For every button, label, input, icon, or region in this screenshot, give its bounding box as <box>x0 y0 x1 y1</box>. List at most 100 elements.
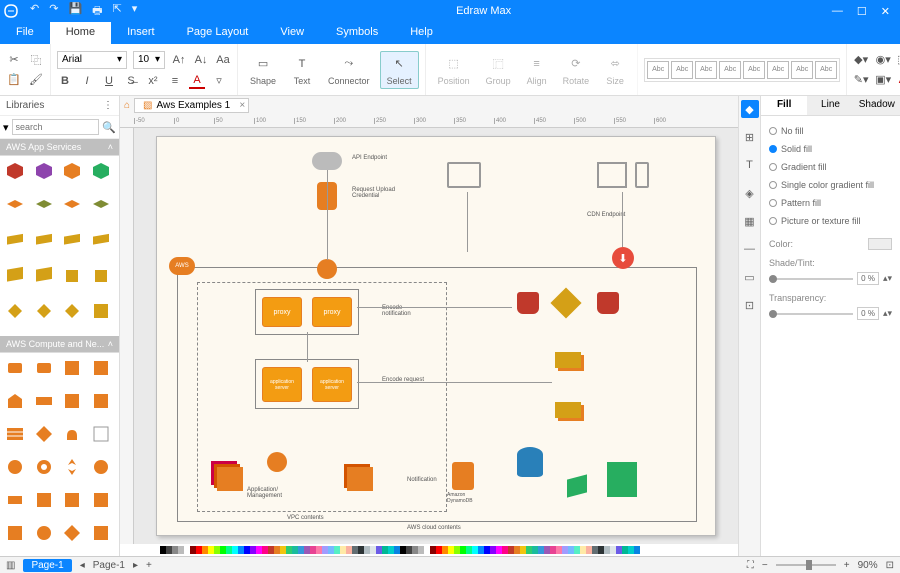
page-tab[interactable]: Page-1 <box>23 559 71 572</box>
stack-icon-2[interactable] <box>555 402 581 418</box>
text-button[interactable]: TText <box>286 52 318 88</box>
connector-tool-icon[interactable]: — <box>741 240 759 258</box>
next-page-icon[interactable]: ▸ <box>133 560 138 571</box>
style-swatch[interactable]: Abc <box>671 61 693 79</box>
qat-more-icon[interactable]: ▾ <box>132 2 138 21</box>
shape-item[interactable] <box>61 300 83 322</box>
font-size-select[interactable]: 10▾ <box>133 51 165 69</box>
theme-icon[interactable]: ◉▾ <box>875 52 891 68</box>
cut-icon[interactable]: ✂ <box>6 52 22 68</box>
italic-icon[interactable]: I <box>79 73 95 89</box>
add-page-icon[interactable]: + <box>146 560 152 571</box>
undo-icon[interactable]: ↶ <box>30 2 39 21</box>
superscript-icon[interactable]: x² <box>145 73 161 89</box>
tab-help[interactable]: Help <box>394 22 449 44</box>
bucket-icon[interactable] <box>517 292 539 314</box>
align-button[interactable]: ≡Align <box>521 52 553 88</box>
opt-gradient-fill[interactable]: Gradient fill <box>769 158 892 176</box>
shape-item[interactable] <box>33 390 55 412</box>
shape-item[interactable] <box>90 265 112 287</box>
shape-item[interactable] <box>33 456 55 478</box>
style-swatch[interactable]: Abc <box>767 61 789 79</box>
tab-file[interactable]: File <box>0 22 50 44</box>
style-swatch[interactable]: Abc <box>743 61 765 79</box>
close-tab-icon[interactable]: × <box>239 100 245 111</box>
shape-item[interactable] <box>90 357 112 379</box>
shape-item[interactable] <box>61 357 83 379</box>
shape-item[interactable] <box>33 357 55 379</box>
shape-item[interactable] <box>33 300 55 322</box>
shape-item[interactable] <box>4 489 26 511</box>
text-tool-icon[interactable]: T <box>741 156 759 174</box>
zoom-slider[interactable] <box>776 564 836 566</box>
download-icon[interactable]: ⬇ <box>612 247 634 269</box>
documents-icon-2[interactable] <box>347 467 373 491</box>
stack-icon[interactable] <box>555 352 581 368</box>
page-tool-icon[interactable]: ▭ <box>741 268 759 286</box>
color-swatch[interactable] <box>868 238 892 250</box>
rotate-button[interactable]: ⟳Rotate <box>557 52 596 88</box>
tab-page-layout[interactable]: Page Layout <box>171 22 265 44</box>
document-tab[interactable]: ▧ Aws Examples 1 × <box>134 98 249 113</box>
fill-tool-icon[interactable]: ◆ <box>741 100 759 118</box>
style-swatch[interactable]: Abc <box>719 61 741 79</box>
tab-view[interactable]: View <box>264 22 320 44</box>
tab-fill[interactable]: Fill <box>761 96 807 115</box>
search-input[interactable] <box>12 119 100 135</box>
canvas[interactable]: AWS cloud contents AWS VPC contents API … <box>134 128 738 544</box>
shape-item[interactable] <box>61 390 83 412</box>
ruler-tool-icon[interactable]: ⊡ <box>741 296 759 314</box>
export-icon[interactable]: ⇱ <box>113 2 122 21</box>
grid-tool-icon[interactable]: ⊞ <box>741 128 759 146</box>
shape-item[interactable] <box>61 423 83 445</box>
monitor-icon[interactable] <box>447 162 481 188</box>
shape-item[interactable] <box>61 456 83 478</box>
shade-value[interactable]: 0 % <box>857 272 879 285</box>
font-name-select[interactable]: Arial▾ <box>57 51 127 69</box>
tab-shadow[interactable]: Shadow <box>854 96 900 115</box>
pages-icon[interactable]: ▥ <box>6 560 15 571</box>
connector-button[interactable]: ⤳Connector <box>322 52 376 88</box>
server-icon[interactable] <box>597 162 627 188</box>
fullscreen-icon[interactable]: ⛶ <box>747 560 754 571</box>
shape-item[interactable] <box>90 522 112 544</box>
shape-item[interactable] <box>4 522 26 544</box>
shape-item[interactable] <box>4 456 26 478</box>
group-button[interactable]: ⿸Group <box>480 52 517 88</box>
tab-symbols[interactable]: Symbols <box>320 22 394 44</box>
grow-font-icon[interactable]: A↑ <box>171 52 187 68</box>
position-button[interactable]: ⬚Position <box>432 52 476 88</box>
shape-item[interactable] <box>33 265 55 287</box>
shape-item[interactable] <box>4 265 26 287</box>
shape-item[interactable] <box>90 489 112 511</box>
home-tab-icon[interactable]: ⌂ <box>120 100 134 111</box>
minimize-icon[interactable]: — <box>832 5 843 18</box>
opt-picture-fill[interactable]: Picture or texture fill <box>769 212 892 230</box>
shape-item[interactable] <box>90 390 112 412</box>
redo-icon[interactable]: ↷ <box>49 2 58 21</box>
copy-icon[interactable]: ⿻ <box>28 52 44 68</box>
opt-single-gradient[interactable]: Single color gradient fill <box>769 176 892 194</box>
fit-page-icon[interactable]: ⊡ <box>886 560 894 571</box>
shape-item[interactable] <box>4 195 26 217</box>
shape-item[interactable] <box>4 300 26 322</box>
shape-item[interactable] <box>90 456 112 478</box>
bold-icon[interactable]: B <box>57 73 73 89</box>
zoom-out-icon[interactable]: − <box>762 560 768 571</box>
opt-no-fill[interactable]: No fill <box>769 122 892 140</box>
database-icon[interactable] <box>517 447 543 477</box>
route-icon[interactable] <box>317 259 337 279</box>
route-icon-2[interactable] <box>267 452 287 472</box>
shape-item[interactable] <box>61 230 83 252</box>
aws-badge[interactable]: AWS <box>169 257 195 275</box>
shape-fill-icon[interactable]: ▣▾ <box>875 72 891 88</box>
shape-item[interactable] <box>61 195 83 217</box>
shape-item[interactable] <box>90 195 112 217</box>
shapes-tool-icon[interactable]: ▦ <box>741 212 759 230</box>
shape-item[interactable] <box>90 300 112 322</box>
diagram-page[interactable]: AWS cloud contents AWS VPC contents API … <box>156 136 716 536</box>
close-icon[interactable]: ✕ <box>881 5 890 18</box>
shape-item[interactable] <box>4 423 26 445</box>
shape-item[interactable] <box>33 230 55 252</box>
shape-item[interactable] <box>33 160 55 182</box>
